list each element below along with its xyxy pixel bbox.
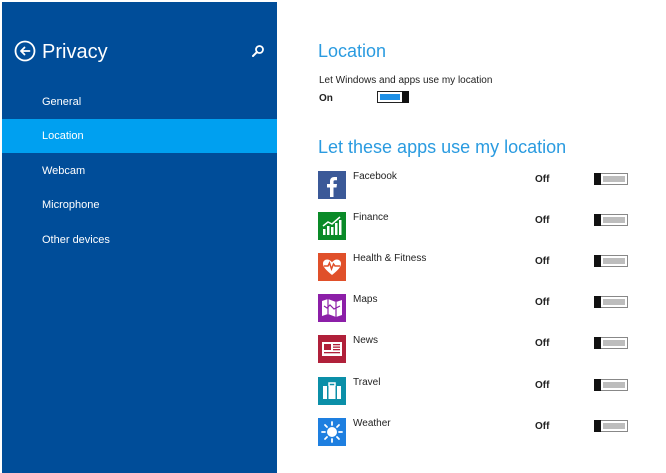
toggle-track bbox=[603, 423, 625, 429]
toggle-thumb bbox=[594, 173, 601, 185]
toggle-track bbox=[603, 382, 625, 388]
sidebar-item-label: General bbox=[42, 96, 82, 108]
back-arrow-icon bbox=[14, 40, 36, 62]
sidebar-item-other-devices[interactable]: Other devices bbox=[2, 223, 277, 257]
page-title: Privacy bbox=[42, 41, 108, 63]
news-location-toggle[interactable] bbox=[594, 337, 628, 349]
app-state: Off bbox=[535, 215, 550, 226]
app-state: Off bbox=[535, 338, 550, 349]
toggle-thumb bbox=[594, 255, 601, 267]
toggle-track bbox=[603, 258, 625, 264]
toggle-thumb bbox=[594, 337, 601, 349]
weather-location-toggle[interactable] bbox=[594, 420, 628, 432]
toggle-thumb bbox=[594, 420, 601, 432]
location-state-label: On bbox=[319, 93, 333, 104]
app-state: Off bbox=[535, 380, 550, 391]
app-row-health-fitness: Health & Fitness Off bbox=[318, 253, 658, 281]
search-icon bbox=[252, 45, 264, 57]
location-toggle[interactable] bbox=[377, 91, 409, 103]
app-state: Off bbox=[535, 174, 550, 185]
apps-section-title: Let these apps use my location bbox=[318, 137, 567, 157]
sidebar-item-webcam[interactable]: Webcam bbox=[2, 154, 277, 188]
map-icon bbox=[318, 294, 346, 322]
location-setting-label: Let Windows and apps use my location bbox=[319, 75, 493, 86]
toggle-thumb bbox=[594, 214, 601, 226]
facebook-tile bbox=[318, 171, 346, 199]
sidebar-item-microphone[interactable]: Microphone bbox=[2, 188, 277, 222]
app-row-travel: Travel Off bbox=[318, 377, 658, 405]
app-name: Health & Fitness bbox=[353, 253, 427, 264]
app-row-finance: Finance Off bbox=[318, 212, 658, 240]
toggle-track bbox=[603, 217, 625, 223]
toggle-thumb bbox=[594, 296, 601, 308]
facebook-icon bbox=[318, 171, 346, 199]
app-state: Off bbox=[535, 256, 550, 267]
app-name: Finance bbox=[353, 212, 389, 223]
travel-tile bbox=[318, 377, 346, 405]
finance-tile bbox=[318, 212, 346, 240]
app-name: Travel bbox=[353, 377, 381, 388]
weather-tile bbox=[318, 418, 346, 446]
toggle-track bbox=[603, 340, 625, 346]
travel-location-toggle[interactable] bbox=[594, 379, 628, 391]
sidebar-item-label: Webcam bbox=[42, 165, 86, 177]
back-button[interactable] bbox=[14, 40, 36, 62]
finance-chart-icon bbox=[318, 212, 346, 240]
health-fitness-location-toggle[interactable] bbox=[594, 255, 628, 267]
toggle-thumb bbox=[402, 91, 409, 103]
main-content: Location Let Windows and apps use my loc… bbox=[277, 0, 666, 473]
search-button[interactable] bbox=[250, 43, 266, 59]
finance-location-toggle[interactable] bbox=[594, 214, 628, 226]
toggle-track bbox=[603, 299, 625, 305]
app-name: Weather bbox=[353, 418, 391, 429]
app-row-weather: Weather Off bbox=[318, 418, 658, 446]
app-name: News bbox=[353, 335, 379, 346]
app-row-facebook: Facebook Off bbox=[318, 171, 658, 199]
sidebar-item-label: Microphone bbox=[42, 199, 100, 211]
sun-icon bbox=[318, 418, 346, 446]
health-fitness-tile bbox=[318, 253, 346, 281]
news-tile bbox=[318, 335, 346, 363]
sidebar-header: Privacy bbox=[14, 38, 269, 68]
sidebar: Privacy General Location Webcam Micropho… bbox=[2, 2, 277, 473]
app-row-maps: Maps Off bbox=[318, 294, 658, 322]
suitcase-icon bbox=[318, 377, 346, 405]
toggle-thumb bbox=[594, 379, 601, 391]
facebook-location-toggle[interactable] bbox=[594, 173, 628, 185]
app-row-news: News Off bbox=[318, 335, 658, 363]
app-name: Facebook bbox=[353, 171, 397, 182]
toggle-fill bbox=[380, 94, 400, 100]
sidebar-item-general[interactable]: General bbox=[2, 85, 277, 119]
location-section-title: Location bbox=[318, 41, 387, 61]
app-name: Maps bbox=[353, 294, 378, 305]
sidebar-item-label: Other devices bbox=[42, 234, 110, 246]
toggle-track bbox=[603, 176, 625, 182]
maps-tile bbox=[318, 294, 346, 322]
newspaper-icon bbox=[318, 335, 346, 363]
sidebar-item-location[interactable]: Location bbox=[2, 119, 277, 153]
maps-location-toggle[interactable] bbox=[594, 296, 628, 308]
heart-pulse-icon bbox=[318, 253, 346, 281]
app-state: Off bbox=[535, 297, 550, 308]
sidebar-item-label: Location bbox=[42, 130, 84, 142]
app-state: Off bbox=[535, 421, 550, 432]
